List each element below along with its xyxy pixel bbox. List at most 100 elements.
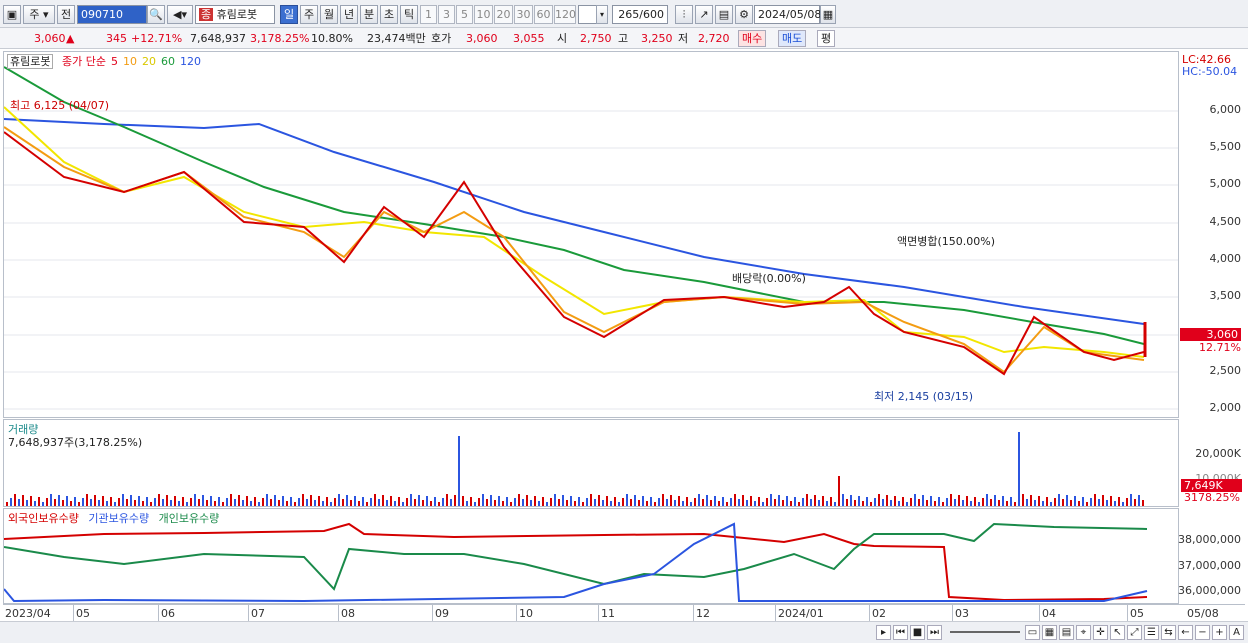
volume-bar bbox=[282, 496, 284, 506]
volume-bar bbox=[514, 498, 516, 506]
interval-3[interactable]: 3 bbox=[438, 5, 455, 24]
table-icon[interactable]: ▤ bbox=[1059, 625, 1074, 640]
volume-bar bbox=[938, 497, 940, 506]
cursor-icon[interactable]: ↖ bbox=[1110, 625, 1125, 640]
ma-60-label: 60 bbox=[160, 55, 175, 68]
volume-bar bbox=[690, 502, 692, 506]
date-label: 02 bbox=[872, 607, 886, 620]
crosshair-icon[interactable]: ✛ bbox=[1093, 625, 1108, 640]
tab-daily[interactable]: 일 bbox=[280, 5, 298, 24]
prev-button[interactable]: 전 bbox=[57, 5, 75, 24]
volume-bar bbox=[334, 498, 336, 506]
sell-button[interactable]: 매도 bbox=[778, 30, 807, 47]
tab-minute[interactable]: 분 bbox=[360, 5, 378, 24]
volume-bar bbox=[966, 496, 968, 506]
interval-20[interactable]: 20 bbox=[494, 5, 513, 24]
tab-second[interactable]: 초 bbox=[380, 5, 398, 24]
volume-bar bbox=[554, 494, 556, 506]
volume-bar bbox=[650, 497, 652, 506]
measure-icon[interactable]: ⌖ bbox=[1076, 625, 1091, 640]
stock-code-input[interactable]: 090710 bbox=[77, 5, 147, 24]
period-toggle-dropdown[interactable]: 주 ▾ bbox=[23, 5, 55, 24]
scroll-right-icon[interactable]: ▸ bbox=[876, 625, 891, 640]
volume-bar bbox=[410, 494, 412, 506]
ma-5-label: 5 bbox=[110, 55, 118, 68]
volume-bar bbox=[930, 496, 932, 506]
date-label: 11 bbox=[601, 607, 615, 620]
buy-button[interactable]: 매수 bbox=[738, 30, 767, 47]
volume-bar bbox=[198, 499, 200, 506]
ownership-chart-pane[interactable]: 외국인보유수량 기관보유수량 개인보유수량 bbox=[3, 508, 1179, 604]
tab-weekly[interactable]: 주 bbox=[300, 5, 318, 24]
last-price-pct: 12.71% bbox=[1199, 341, 1241, 354]
zoom-in-icon[interactable]: + bbox=[1212, 625, 1227, 640]
volume-bar bbox=[746, 500, 748, 506]
draw-tool-icon[interactable]: ↗ bbox=[695, 5, 713, 24]
y-tick: 2,500 bbox=[1209, 364, 1242, 377]
interval-1[interactable]: 1 bbox=[420, 5, 437, 24]
own-tick: 36,000,000 bbox=[1178, 584, 1241, 597]
volume-bar bbox=[942, 502, 944, 506]
volume-bar bbox=[94, 495, 96, 506]
volume-bar bbox=[58, 495, 60, 506]
volume-bar bbox=[310, 495, 312, 506]
volume-bar bbox=[914, 494, 916, 506]
interval-60[interactable]: 60 bbox=[534, 5, 553, 24]
price-chart-pane[interactable]: 휴림로봇 종가 단순 5 10 20 60 120 최고 6,125 (04/07) 최저… bbox=[3, 51, 1179, 418]
search-icon[interactable]: 🔍 bbox=[147, 5, 165, 24]
fast-forward-icon[interactable]: ⏭ bbox=[927, 625, 942, 640]
volume-bar bbox=[362, 497, 364, 506]
auto-scale-icon[interactable]: A bbox=[1229, 625, 1244, 640]
volume-bar bbox=[326, 497, 328, 506]
scroll-left-icon[interactable]: ← bbox=[1178, 625, 1193, 640]
volume-bar bbox=[510, 502, 512, 506]
date-axis: 2023/04 05 06 07 08 09 10 11 12 2024/01 … bbox=[3, 604, 1245, 621]
count-field[interactable]: 265/600 bbox=[612, 5, 668, 24]
gear-icon[interactable]: ⚙ bbox=[735, 5, 753, 24]
volume-bar bbox=[6, 502, 8, 506]
foreign-series-label: 외국인보유수량 bbox=[8, 512, 79, 525]
compare-icon[interactable]: ⇆ bbox=[1161, 625, 1176, 640]
price-chart[interactable] bbox=[4, 52, 1178, 417]
scroll-slider[interactable] bbox=[950, 631, 1020, 633]
volume-bar bbox=[534, 496, 536, 506]
grid-icon[interactable]: ▦ bbox=[1042, 625, 1057, 640]
zoom-fit-icon[interactable]: ▭ bbox=[1025, 625, 1040, 640]
bid-price-1: 3,060 bbox=[466, 32, 498, 45]
rewind-icon[interactable]: ⏮ bbox=[893, 625, 908, 640]
date-input[interactable]: 2024/05/08 bbox=[754, 5, 821, 24]
calendar-icon[interactable]: ▦ bbox=[820, 5, 836, 24]
zoom-out-icon[interactable]: − bbox=[1195, 625, 1210, 640]
stop-icon[interactable]: ■ bbox=[910, 625, 925, 640]
interval-30[interactable]: 30 bbox=[514, 5, 533, 24]
volume-bar bbox=[1122, 502, 1124, 506]
layout-icon[interactable]: ▣ bbox=[3, 5, 21, 24]
expand-icon[interactable]: ⤢ bbox=[1127, 625, 1142, 640]
volume-bar bbox=[886, 495, 888, 506]
candle-type-icon[interactable]: ⫶ bbox=[675, 5, 693, 24]
date-label: 03 bbox=[955, 607, 969, 620]
tab-tick[interactable]: 틱 bbox=[400, 5, 418, 24]
avg-button[interactable]: 평 bbox=[817, 30, 836, 47]
volume-bar bbox=[870, 502, 872, 506]
interval-10[interactable]: 10 bbox=[474, 5, 493, 24]
speaker-dropdown[interactable]: ◀▾ bbox=[167, 5, 193, 24]
volume-bar bbox=[526, 495, 528, 506]
volume-bar bbox=[594, 499, 596, 506]
interval-5[interactable]: 5 bbox=[456, 5, 473, 24]
volume-chart-pane[interactable]: 거래량 7,648,937주(3,178.25%) bbox=[3, 419, 1179, 507]
tab-yearly[interactable]: 년 bbox=[340, 5, 358, 24]
tab-monthly[interactable]: 월 bbox=[320, 5, 338, 24]
list-icon[interactable]: ☰ bbox=[1144, 625, 1159, 640]
date-divider bbox=[693, 605, 694, 621]
volume-bar bbox=[142, 501, 144, 506]
interval-120[interactable]: 120 bbox=[554, 5, 576, 24]
volume-bar bbox=[214, 501, 216, 506]
stock-name-field[interactable]: 종 휴림로봇 bbox=[195, 5, 275, 24]
volume-bar bbox=[790, 501, 792, 506]
volume-bar bbox=[470, 497, 472, 506]
chevron-down-icon[interactable]: ▾ bbox=[596, 5, 608, 24]
volume-bar bbox=[706, 495, 708, 506]
volume-chart[interactable] bbox=[4, 420, 1178, 506]
save-icon[interactable]: ▤ bbox=[715, 5, 733, 24]
